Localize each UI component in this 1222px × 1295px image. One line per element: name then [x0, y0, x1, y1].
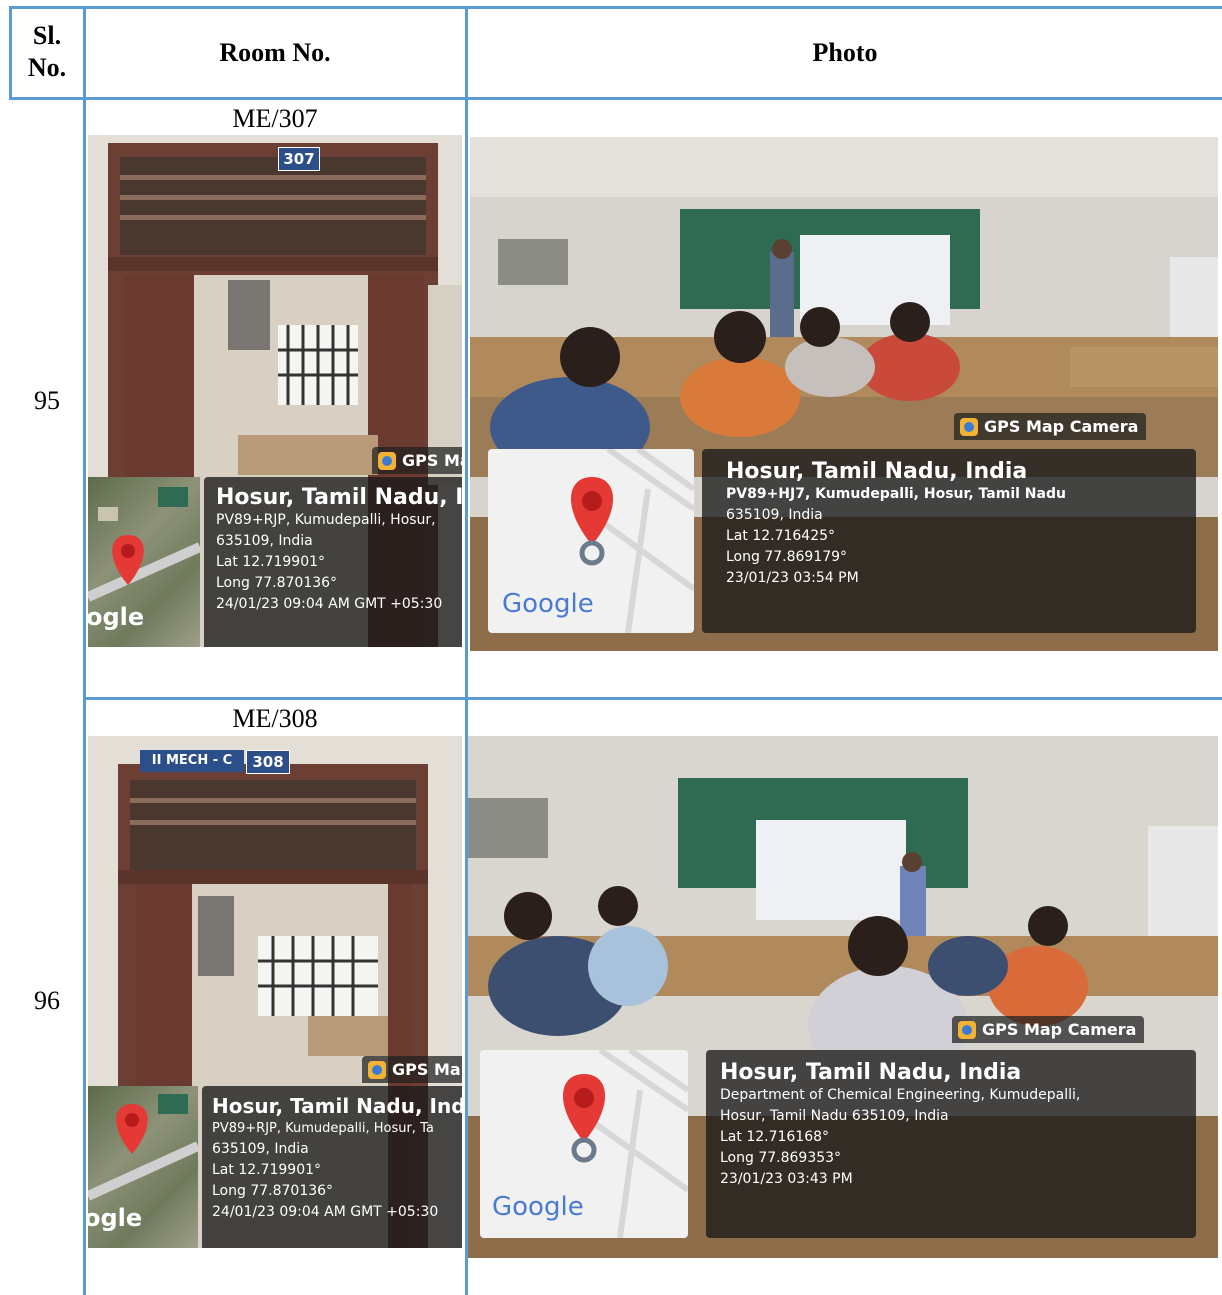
longitude: Long 77.869353°: [720, 1150, 842, 1166]
address-line: 635109, India: [726, 507, 823, 523]
map-thumbnail: Google: [488, 449, 694, 633]
door-photo: 307 GPS Ma ogle Hosur, Tamil Nadu, Indi …: [88, 135, 462, 647]
room-number-label: ME/308: [232, 704, 318, 733]
gps-camera-tag: GPS Map Camera: [954, 413, 1147, 440]
map-pin-icon: [116, 1104, 148, 1154]
map-pin-icon: [570, 477, 614, 566]
header-room-no: Room No.: [219, 38, 331, 67]
longitude: Long 77.869179°: [726, 549, 848, 565]
document-table: Sl. No. Room No. Photo 95 ME/307 307 GPS…: [0, 0, 1222, 1295]
gps-info-panel: Hosur, Tamil Nadu, Indi PV89+RJP, Kumude…: [204, 477, 462, 647]
address-line: PV89+RJP, Kumudepalli, Hosur, Ta: [212, 1121, 434, 1136]
gps-tag-label: GPS Map Camera: [984, 417, 1139, 436]
location-title: Hosur, Tamil Nadu, India: [726, 459, 1028, 484]
address-line: PV89+HJ7, Kumudepalli, Hosur, Tamil Nadu: [726, 486, 1066, 502]
row-sl-no: 95: [34, 386, 60, 415]
gps-tag-label: GPS Map Camera: [982, 1020, 1137, 1039]
door-sign: 307: [278, 147, 320, 171]
timestamp: 23/01/23 03:43 PM: [720, 1171, 853, 1187]
gps-info-panel: Hosur, Tamil Nadu, India PV89+RJP, Kumud…: [202, 1086, 462, 1248]
table-border: [9, 6, 1222, 9]
timestamp: 24/01/23 09:04 AM GMT +05:30: [212, 1204, 439, 1220]
table-border: [9, 97, 1222, 100]
table-border: [83, 6, 86, 1295]
gps-info-panel: Hosur, Tamil Nadu, India Department of C…: [706, 1050, 1196, 1238]
map-brand-logo: ogle: [88, 1204, 143, 1232]
gps-camera-icon: [960, 417, 978, 436]
timestamp: 23/01/23 03:54 PM: [726, 570, 859, 586]
map-thumbnail: Google: [480, 1050, 688, 1238]
address-line: Department of Chemical Engineering, Kumu…: [720, 1087, 1081, 1103]
address-line: Hosur, Tamil Nadu 635109, India: [720, 1108, 949, 1124]
timestamp: 24/01/23 09:04 AM GMT +05:30: [216, 596, 443, 612]
door-sign: 308: [246, 750, 290, 774]
row-sl-no: 96: [34, 986, 60, 1015]
map-pin-icon: [562, 1074, 606, 1163]
gps-tag-label: GPS Ma: [392, 1060, 461, 1079]
address-line: 635109, India: [212, 1141, 309, 1157]
gps-camera-icon: [958, 1020, 976, 1039]
address-line: 635109, India: [216, 533, 313, 549]
longitude: Long 77.870136°: [212, 1183, 334, 1199]
location-title: Hosur, Tamil Nadu, Indi: [216, 485, 462, 510]
header-sl-no: Sl. No.: [27, 21, 67, 82]
location-title: Hosur, Tamil Nadu, India: [212, 1094, 462, 1118]
map-brand-logo: ogle: [88, 603, 145, 631]
table-border: [83, 697, 1222, 700]
classroom-photo: GPS Map Camera Google Hosur, Tamil Nadu,…: [468, 736, 1218, 1258]
classroom-photo: GPS Map Camera Google Hosur, Tamil Nadu,…: [470, 137, 1218, 651]
gps-tag-label: GPS Ma: [402, 451, 462, 470]
location-title: Hosur, Tamil Nadu, India: [720, 1060, 1022, 1085]
longitude: Long 77.870136°: [216, 575, 338, 591]
door-sign-prefix: II MECH - C: [140, 750, 244, 772]
latitude: Lat 12.719901°: [212, 1162, 322, 1178]
gps-camera-icon: [378, 451, 396, 470]
latitude: Lat 12.719901°: [216, 554, 326, 570]
header-photo: Photo: [812, 38, 878, 67]
gps-camera-icon: [368, 1060, 386, 1079]
satellite-map-thumbnail: ogle: [88, 477, 200, 647]
door-photo: II MECH - C 308 GPS Ma ogle Hosur, Tamil…: [88, 736, 462, 1248]
map-brand-logo: Google: [492, 1192, 584, 1222]
map-brand-logo: Google: [502, 589, 594, 619]
gps-info-panel: Hosur, Tamil Nadu, India PV89+HJ7, Kumud…: [702, 449, 1196, 633]
address-line: PV89+RJP, Kumudepalli, Hosur,: [216, 512, 436, 528]
latitude: Lat 12.716168°: [720, 1129, 830, 1145]
room-number-label: ME/307: [232, 104, 318, 133]
satellite-map-thumbnail: ogle: [88, 1086, 198, 1248]
latitude: Lat 12.716425°: [726, 528, 836, 544]
gps-camera-tag: GPS Ma: [372, 447, 462, 474]
gps-camera-tag: GPS Ma: [362, 1056, 462, 1083]
gps-camera-tag: GPS Map Camera: [952, 1016, 1145, 1043]
